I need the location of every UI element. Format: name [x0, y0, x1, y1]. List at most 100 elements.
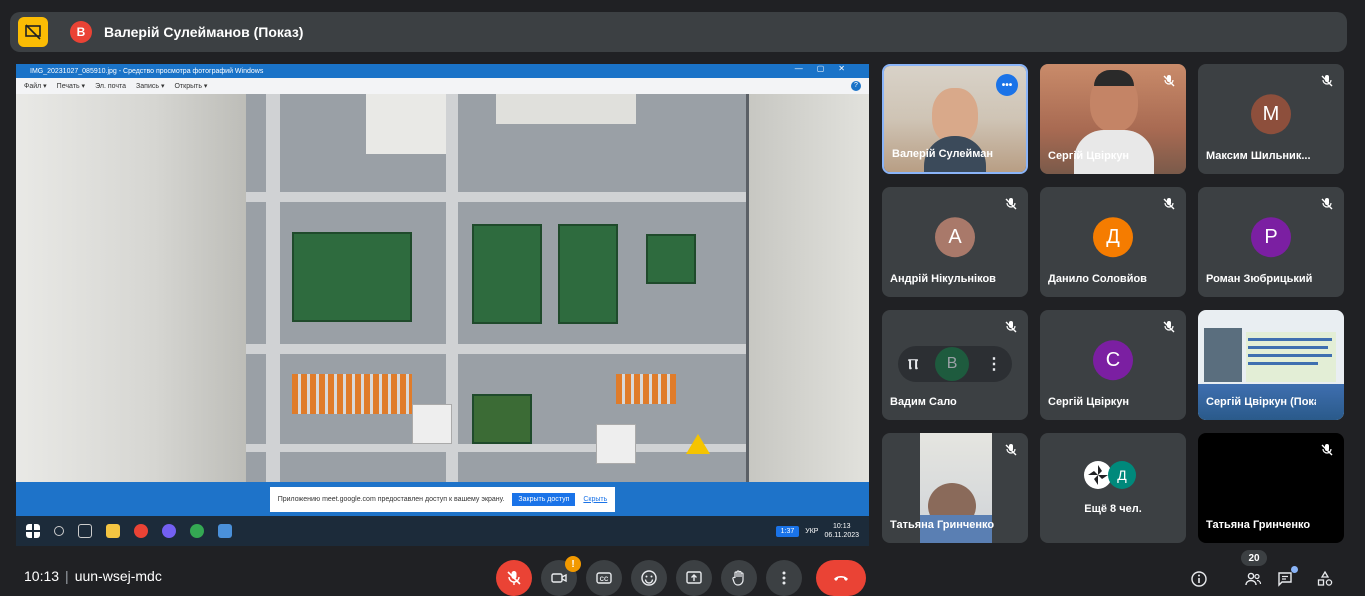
participant-tile-2[interactable]: Сергій Цвіркун: [1040, 64, 1186, 174]
participant-name: Вадим Сало: [890, 396, 957, 408]
taskbar-lang: УКР: [805, 527, 819, 535]
muted-icon: [1320, 74, 1334, 88]
meeting-details-button[interactable]: [1188, 568, 1210, 590]
participant-avatar: А: [935, 217, 975, 258]
chrome-icon-2: [190, 524, 204, 538]
more-options-icon[interactable]: •••: [996, 74, 1018, 96]
presenter-bar: В Валерій Сулейманов (Показ): [10, 12, 1347, 52]
captions-button[interactable]: CC: [586, 560, 622, 596]
presenter-label: Валерій Сулейманов (Показ): [104, 24, 304, 40]
participant-name: Валерій Сулейман: [892, 148, 994, 160]
svg-text:CC: CC: [600, 577, 609, 583]
activities-icon: [1317, 570, 1333, 586]
emoji-icon: [641, 570, 657, 586]
task-view-icon: [78, 524, 92, 538]
participant-name: Андрій Нікульніков: [890, 273, 996, 285]
participant-tile-3[interactable]: М Максим Шильник...: [1198, 64, 1344, 174]
muted-icon: [1162, 197, 1176, 211]
participant-tile-5[interactable]: Д Данило Соловйов: [1040, 187, 1186, 297]
chat-button[interactable]: [1274, 566, 1298, 590]
muted-icon: [1320, 443, 1334, 457]
search-icon: [54, 526, 64, 536]
participant-avatar: С: [1093, 340, 1133, 381]
participant-name: Сергій Цвіркун: [1048, 150, 1130, 162]
chrome-icon: [134, 524, 148, 538]
participant-name: Роман Зюбрицький: [1206, 273, 1313, 285]
meeting-info: 10:13 | uun-wsej-mdc: [24, 568, 162, 584]
people-icon: [1245, 572, 1262, 586]
participant-tile-7[interactable]: Ⲡ В ⋮ Вадим Сало: [882, 310, 1028, 420]
stop-sharing-button: Закрыть доступ: [512, 492, 576, 506]
help-icon: ?: [851, 81, 861, 91]
hide-link: Скрыть: [583, 495, 608, 503]
taskbar-date: 06.11.2023: [824, 532, 859, 539]
tile-hover-controls: Ⲡ В ⋮: [898, 346, 1012, 382]
window-titlebar: IMG_20231027_085910.jpg - Средство просм…: [16, 64, 869, 78]
chat-icon: [1278, 572, 1292, 587]
camera-button[interactable]: !: [541, 556, 581, 596]
meeting-time: 10:13: [24, 568, 60, 584]
participant-count-badge: 20: [1241, 550, 1267, 566]
emoji-button[interactable]: [631, 560, 667, 596]
participant-tile-12[interactable]: Татьяна Гринченко: [1198, 433, 1344, 543]
participant-tile-8[interactable]: С Сергій Цвіркун: [1040, 310, 1186, 420]
participant-avatar: Р: [1251, 217, 1291, 258]
more-vert-icon[interactable]: ⋮: [986, 354, 1002, 374]
more-options-button[interactable]: [766, 560, 802, 596]
muted-icon: [1004, 197, 1018, 211]
bottom-bar: 10:13 | uun-wsej-mdc ! CC: [0, 556, 1365, 596]
photos-icon: [218, 524, 232, 538]
window-controls: —▢✕: [794, 64, 859, 73]
menu-open: Открыть ▾: [174, 83, 208, 90]
more-avatars: Д: [1084, 461, 1136, 489]
raise-hand-button[interactable]: [721, 560, 757, 596]
unread-dot: [1291, 566, 1298, 573]
participant-name: Сергій Цвіркун: [1048, 396, 1130, 408]
leave-call-button[interactable]: [816, 560, 866, 596]
muted-icon: [1004, 443, 1018, 457]
mic-off-button[interactable]: [496, 560, 532, 596]
participant-name: Татьяна Гринченко: [1206, 519, 1311, 531]
meeting-code: uun-wsej-mdc: [74, 568, 162, 584]
shared-screen: IMG_20231027_085910.jpg - Средство просм…: [16, 64, 869, 546]
info-icon: [1191, 571, 1207, 587]
participant-tile-9[interactable]: Сергій Цвіркун (Показ): [1198, 310, 1344, 420]
participant-tile-4[interactable]: А Андрій Нікульніков: [882, 187, 1028, 297]
explorer-icon: [106, 524, 120, 538]
windows-start-icon: [26, 524, 40, 538]
menu-record: Запись ▾: [136, 83, 165, 90]
muted-icon: [1162, 320, 1176, 334]
participant-name: Татьяна Гринченко: [890, 519, 995, 531]
mic-off-icon: [507, 571, 521, 585]
present-screen-icon: [686, 571, 702, 584]
share-notification: Приложению meet.google.com предоставлен …: [16, 482, 869, 516]
present-button[interactable]: [676, 560, 712, 596]
participant-avatar: В: [935, 347, 970, 381]
participant-name: Данило Соловйов: [1048, 273, 1147, 285]
windows-taskbar: 1:37 УКР 10:13 06.11.2023: [16, 516, 869, 546]
activities-button[interactable]: [1314, 568, 1336, 590]
participant-tile-6[interactable]: Р Роман Зюбрицький: [1198, 187, 1344, 297]
notification-text: Приложению meet.google.com предоставлен …: [277, 495, 505, 503]
taskbar-clock: 10:13 06.11.2023: [824, 522, 859, 540]
people-button[interactable]: [1242, 568, 1264, 590]
participant-name: Максим Шильник...: [1206, 150, 1311, 162]
window-title: IMG_20231027_085910.jpg - Средство просм…: [30, 67, 264, 75]
raise-hand-icon: [732, 570, 744, 586]
menu-print: Печать ▾: [56, 83, 86, 90]
participant-name: Сергій Цвіркун (Показ): [1206, 396, 1316, 408]
present-off-icon[interactable]: [18, 17, 48, 47]
window-menu: Файл ▾ Печать ▾ Эл. почта Запись ▾ Откры…: [16, 78, 869, 94]
muted-icon: [1004, 320, 1018, 334]
participant-tile-10[interactable]: Татьяна Гринченко: [882, 433, 1028, 543]
camera-icon: [551, 573, 567, 583]
zoom-indicator: 1:37: [775, 525, 800, 537]
more-participants-tile[interactable]: Д Ещё 8 чел.: [1040, 433, 1186, 543]
viber-icon: [162, 524, 176, 538]
muted-icon: [1162, 74, 1176, 88]
taskbar-time: 10:13: [832, 523, 851, 530]
participant-tile-1[interactable]: ••• Валерій Сулейман: [882, 64, 1028, 174]
pin-icon[interactable]: Ⲡ: [908, 356, 918, 373]
hang-up-icon: [834, 576, 848, 581]
muted-icon: [1320, 197, 1334, 211]
